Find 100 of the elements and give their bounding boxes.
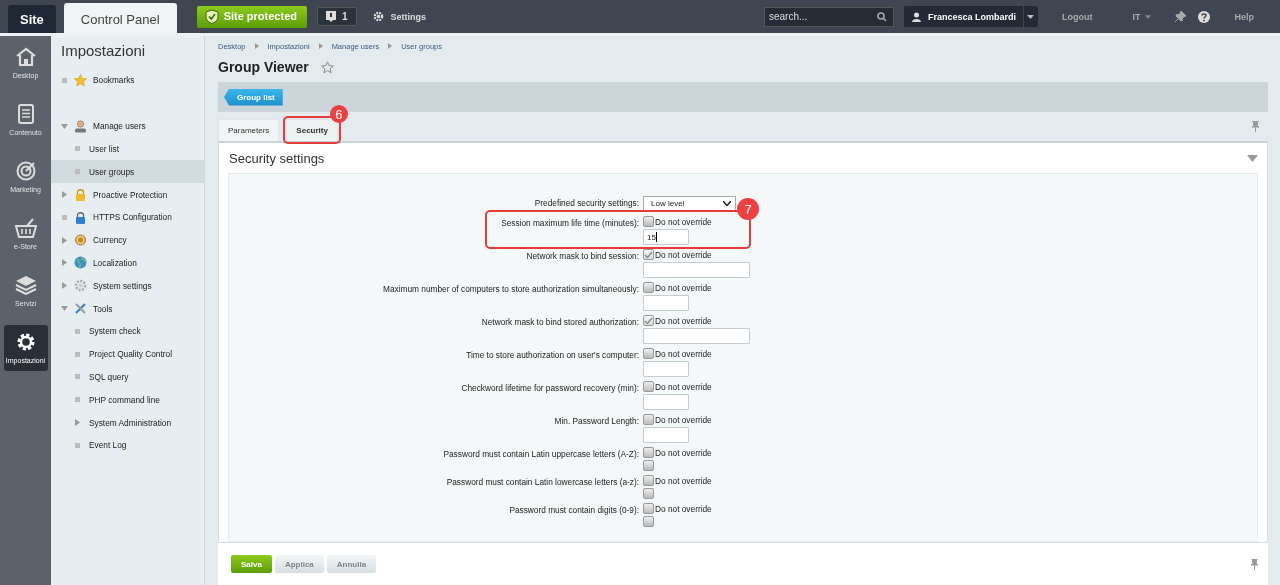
checkbox[interactable]	[643, 249, 654, 260]
top-tab[interactable]: Control Panel	[63, 3, 177, 33]
checkbox[interactable]	[643, 516, 654, 527]
sidebar-item[interactable]: User groups	[51, 160, 204, 184]
field-label: Network mask to bind stored authorization:	[480, 316, 639, 327]
sidebar-item[interactable]: SQL query	[51, 365, 204, 389]
input-field[interactable]	[643, 295, 689, 311]
field-label: Network mask to bind session:	[525, 250, 639, 261]
checkbox[interactable]	[643, 414, 654, 425]
sidebar-item[interactable]: System check	[51, 319, 204, 343]
field-label: Checkword lifetime for password recovery (min):	[460, 382, 639, 393]
caret-icon	[1145, 14, 1152, 19]
checkbox[interactable]	[643, 475, 654, 486]
checkbox[interactable]	[643, 460, 654, 471]
section-title: Security settings	[229, 150, 325, 166]
sidebar-item[interactable]: System settings	[51, 274, 204, 298]
sidebar-item[interactable]: Bookmarks	[51, 69, 204, 92]
chevron-icon	[318, 43, 323, 49]
checkbox-label: Do not override	[655, 381, 712, 392]
field-label: Time to store authorization on user's computer:	[465, 349, 639, 360]
tab[interactable]: Security	[286, 119, 338, 141]
home-icon	[15, 47, 36, 67]
bullet-icon	[75, 374, 80, 380]
help-icon[interactable]	[1198, 10, 1211, 23]
user-icon	[74, 119, 87, 133]
star-icon	[74, 73, 87, 87]
checkbox-label: Do not override	[655, 447, 712, 458]
collapse-arrow-icon	[61, 306, 68, 312]
checkbox[interactable]	[643, 447, 654, 458]
checkbox[interactable]	[643, 381, 654, 392]
bullet-icon	[75, 351, 80, 357]
shield-icon	[204, 8, 219, 24]
checkbox[interactable]	[643, 216, 654, 227]
expand-arrow-icon	[75, 419, 80, 427]
basket-icon	[14, 218, 37, 238]
top-tab[interactable]: Site	[8, 5, 56, 33]
input-field[interactable]	[643, 328, 750, 344]
user-menu-button[interactable]: Francesca Lombardi	[903, 6, 1038, 27]
settings-icon	[372, 11, 384, 22]
input-field[interactable]	[643, 361, 689, 377]
checkbox-label: Do not override	[655, 348, 712, 359]
checkbox-label: Do not override	[655, 503, 712, 514]
search-icon	[876, 11, 887, 22]
tools-icon	[74, 302, 87, 316]
collapse-arrow-icon	[61, 123, 68, 129]
checkbox[interactable]	[643, 503, 654, 514]
sidebar-item[interactable]: System Administration	[51, 411, 204, 434]
chevron-icon	[254, 43, 259, 49]
input-field[interactable]	[643, 427, 689, 443]
target-icon	[15, 161, 36, 181]
field-label: Min. Password Length:	[553, 415, 639, 426]
input-field[interactable]	[643, 394, 689, 410]
sidebar-item[interactable]: Project Quality Control	[51, 342, 204, 366]
search-field[interactable]: search...	[763, 6, 894, 27]
star-icon[interactable]	[320, 60, 334, 74]
settings-icon	[15, 332, 36, 352]
sidebar-item[interactable]: Localization	[51, 251, 204, 275]
bullet-icon	[75, 169, 80, 175]
bullet-icon	[75, 442, 80, 448]
checkbox[interactable]	[643, 282, 654, 293]
field-label: Predefined security settings:	[533, 197, 639, 208]
language-selector[interactable]: IT	[1126, 10, 1158, 23]
page-title: Group Viewer	[218, 59, 309, 75]
expand-arrow-icon	[62, 191, 67, 199]
tab[interactable]: Parameters	[218, 119, 280, 141]
sidebar-item[interactable]: Manage users	[51, 114, 204, 138]
notifications-button[interactable]: 1	[317, 7, 357, 26]
pin-icon[interactable]	[1175, 11, 1187, 22]
sidebar-item[interactable]: Currency	[51, 228, 204, 252]
pin-icon[interactable]	[1251, 121, 1260, 132]
field-label: Password must contain Latin lowercase letters (a-z):	[445, 476, 639, 487]
sidebar-item[interactable]: HTTPS Configuration	[51, 206, 204, 229]
checkbox[interactable]	[643, 348, 654, 359]
sidebar-title: Impostazioni	[60, 42, 147, 61]
sidebar-item[interactable]: Proactive Protection	[51, 183, 204, 206]
flag-icon	[326, 11, 336, 22]
globe-icon	[74, 256, 87, 270]
help-link[interactable]: Help	[1228, 10, 1260, 23]
checkbox-label: Do not override	[655, 282, 712, 293]
expand-arrow-icon	[62, 236, 67, 244]
sidebar-item[interactable]: User list	[51, 137, 204, 161]
caret-icon	[723, 201, 731, 206]
sidebar-item[interactable]: PHP command line	[51, 388, 204, 412]
chevron-icon	[388, 43, 393, 49]
checkbox-label: Do not override	[655, 315, 712, 326]
sidebar-item[interactable]: Event Log	[51, 433, 204, 457]
collapse-arrow-icon[interactable]	[1247, 154, 1258, 162]
caret-icon	[1027, 14, 1035, 19]
settings-button[interactable]: Settings	[366, 10, 433, 23]
input-field[interactable]: 15	[643, 229, 689, 245]
checkbox[interactable]	[643, 488, 654, 499]
field-label: Maximum number of computers to store authorization simultaneously:	[382, 283, 639, 294]
pin-icon[interactable]	[1250, 558, 1259, 570]
logout-link[interactable]: Logout	[1056, 10, 1099, 23]
document-icon	[17, 104, 34, 124]
checkbox-label: Do not override	[655, 475, 712, 486]
checkbox-label: Do not override	[655, 249, 712, 260]
sidebar-item[interactable]: Tools	[51, 297, 204, 320]
checkbox[interactable]	[643, 315, 654, 326]
input-field[interactable]	[643, 262, 750, 278]
